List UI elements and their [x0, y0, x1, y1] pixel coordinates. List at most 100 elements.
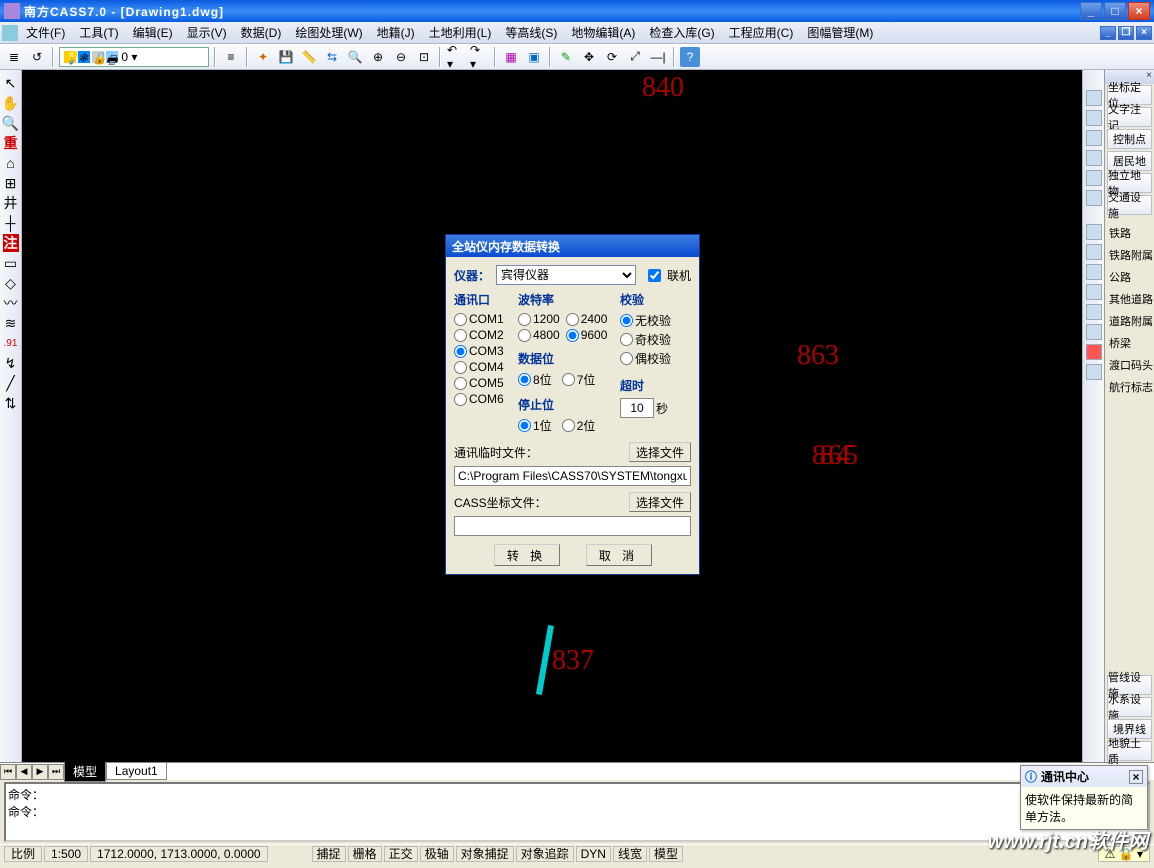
rp-ferry[interactable]: 渡口码头 [1105, 355, 1154, 375]
rp-text[interactable]: 文字注记 [1107, 107, 1152, 127]
r-icon-6[interactable] [1086, 190, 1102, 206]
tmpfile-input[interactable] [454, 466, 691, 486]
timeout-input[interactable] [620, 398, 654, 418]
maximize-button[interactable]: □ [1104, 2, 1126, 20]
radio-7bit[interactable] [562, 373, 575, 386]
zhu-icon[interactable]: 注 [3, 234, 19, 252]
tab-nav-first[interactable]: ⏮ [0, 764, 16, 780]
rp-railacc[interactable]: 铁路附属 [1105, 245, 1154, 265]
save-icon[interactable]: 💾 [276, 47, 296, 67]
menu-file[interactable]: 文件(F) [20, 22, 71, 43]
v9-icon[interactable]: ↯ [2, 354, 20, 372]
dim-icon[interactable]: ⇆ [322, 47, 342, 67]
radio-com1[interactable] [454, 313, 467, 326]
menu-edit[interactable]: 编辑(E) [127, 22, 179, 43]
mdi-close-button[interactable]: × [1136, 26, 1152, 40]
v2-icon[interactable]: ⊞ [2, 174, 20, 192]
zoom-extents-icon[interactable]: ⊡ [414, 47, 434, 67]
tab-model[interactable]: 模型 [64, 762, 106, 782]
r-icon-3[interactable] [1086, 130, 1102, 146]
radio-com5[interactable] [454, 377, 467, 390]
r-icon-7[interactable] [1086, 224, 1102, 240]
radio-com4[interactable] [454, 361, 467, 374]
menu-engineering[interactable]: 工程应用(C) [723, 22, 800, 43]
radio-1200[interactable] [518, 313, 531, 326]
r-icon-11[interactable] [1086, 304, 1102, 320]
rp-water[interactable]: 水系设施 [1107, 697, 1152, 717]
trim-icon[interactable]: —| [648, 47, 668, 67]
zoom-window-icon[interactable]: ⊕ [368, 47, 388, 67]
r-icon-10[interactable] [1086, 284, 1102, 300]
rotate-icon[interactable]: ⟳ [602, 47, 622, 67]
radio-4800[interactable] [518, 329, 531, 342]
menu-landuse[interactable]: 土地利用(L) [423, 22, 498, 43]
rp-otherroad[interactable]: 其他道路 [1105, 289, 1154, 309]
redo-icon[interactable]: ↷ ▾ [469, 47, 489, 67]
convert-button[interactable]: 转 换 [494, 544, 560, 566]
rp-roadacc[interactable]: 道路附属 [1105, 311, 1154, 331]
v4-icon[interactable]: ┼ [2, 214, 20, 232]
mdi-minimize-button[interactable]: _ [1100, 26, 1116, 40]
r-icon-x[interactable] [1086, 344, 1102, 360]
close-button[interactable]: × [1128, 2, 1150, 20]
r-icon-1[interactable] [1086, 90, 1102, 106]
rp-road[interactable]: 公路 [1105, 267, 1154, 287]
radio-2stop[interactable] [562, 419, 575, 432]
cancel-button[interactable]: 取 消 [586, 544, 652, 566]
menu-data[interactable]: 数据(D) [235, 22, 288, 43]
rp-navmark[interactable]: 航行标志 [1105, 377, 1154, 397]
menu-contour[interactable]: 等高线(S) [499, 22, 563, 43]
command-area[interactable]: 命令： 命令： [4, 782, 1150, 842]
menu-objedit[interactable]: 地物编辑(A) [565, 22, 641, 43]
radio-9600[interactable] [566, 329, 579, 342]
toggle-model[interactable]: 模型 [649, 846, 683, 862]
arrow-icon[interactable]: ↖ [2, 74, 20, 92]
undo-icon[interactable]: ↶ ▾ [446, 47, 466, 67]
layers-icon[interactable]: ≣ [4, 47, 24, 67]
menu-draw[interactable]: 绘图处理(W) [289, 22, 368, 43]
insert-icon[interactable]: ▣ [524, 47, 544, 67]
minimize-button[interactable]: _ [1080, 2, 1102, 20]
rp-bridge[interactable]: 桥梁 [1105, 333, 1154, 353]
r-icon-9[interactable] [1086, 264, 1102, 280]
toggle-dyn[interactable]: DYN [576, 846, 611, 862]
radio-oddparity[interactable] [620, 333, 633, 346]
tab-nav-next[interactable]: ▶ [32, 764, 48, 780]
notif-close-button[interactable]: × [1129, 770, 1143, 784]
tab-nav-last[interactable]: ⏭ [48, 764, 64, 780]
properties-icon[interactable]: ≡ [221, 47, 241, 67]
radio-com3[interactable] [454, 345, 467, 358]
toggle-snap[interactable]: 捕捉 [312, 846, 346, 862]
toggle-otrack[interactable]: 对象追踪 [516, 846, 574, 862]
layer-combo[interactable]: 💡❄🔒🖶 0 ▾ [59, 47, 209, 67]
hand-icon[interactable]: ✋ [2, 94, 20, 112]
menu-tools[interactable]: 工具(T) [73, 22, 124, 43]
rp-rail[interactable]: 铁路 [1105, 223, 1154, 243]
v10-icon[interactable]: ╱ [2, 374, 20, 392]
rp-control[interactable]: 控制点 [1107, 129, 1152, 149]
zhong-icon[interactable]: 重 [2, 134, 20, 152]
browse-tmpfile-button[interactable]: 选择文件 [629, 442, 691, 462]
menu-sheet[interactable]: 图幅管理(M) [801, 22, 879, 43]
v6-icon[interactable]: ◇ [2, 274, 20, 292]
r-icon-2[interactable] [1086, 110, 1102, 126]
r-icon-5[interactable] [1086, 170, 1102, 186]
zoom-realtime-icon[interactable]: 🔍 [345, 47, 365, 67]
zoom-icon[interactable]: 🔍 [2, 114, 20, 132]
move-icon[interactable]: ✥ [579, 47, 599, 67]
menu-view[interactable]: 显示(V) [181, 22, 233, 43]
v7-icon[interactable]: 〰 [2, 294, 20, 312]
coordfile-input[interactable] [454, 516, 691, 536]
browse-coordfile-button[interactable]: 选择文件 [629, 492, 691, 512]
edit1-icon[interactable]: ✎ [556, 47, 576, 67]
r-icon-12[interactable] [1086, 324, 1102, 340]
point-icon[interactable]: ✦ [253, 47, 273, 67]
block-icon[interactable]: ▦ [501, 47, 521, 67]
instrument-select[interactable]: 宾得仪器 [496, 265, 636, 285]
status-scale[interactable]: 1:500 [44, 846, 88, 862]
tab-nav-prev[interactable]: ◀ [16, 764, 32, 780]
menu-cadastre[interactable]: 地籍(J) [371, 22, 421, 43]
zoom-prev-icon[interactable]: ⊖ [391, 47, 411, 67]
r-icon-8[interactable] [1086, 244, 1102, 260]
toggle-grid[interactable]: 栅格 [348, 846, 382, 862]
